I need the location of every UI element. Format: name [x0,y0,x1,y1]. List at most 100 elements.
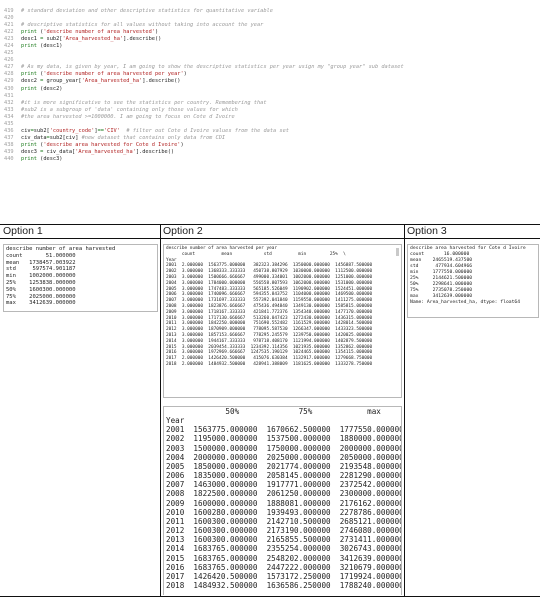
option-2-output-continued[interactable]: 50% 75% max Year 2001 1563775.000000 167… [163,406,402,595]
code-line[interactable]: 433 #sub2 is a subgroup of 'data' contain… [4,107,536,114]
code-token: ) [154,29,159,36]
line-number: 423 [4,36,14,43]
code-token: ) [180,141,184,148]
line-number: 434 [4,113,14,120]
code-token: 'describe number of area harvested per y… [43,71,184,78]
code-line[interactable]: 423 desc1 = sub2['Area_harvested_ha'].des… [4,36,536,43]
code-token: desc1 [21,36,41,43]
option-2-column: Option 2 describe number of area harvest… [160,225,405,596]
line-number: 425 [4,50,14,57]
code-token: sub2[ [43,36,63,43]
code-token: # filter out Cote d Ivoire values from t… [126,127,289,134]
code-line[interactable]: 426 [4,57,536,64]
option-3-column: Option 3 describe area harvested for Cot… [404,225,540,596]
line-number: 436 [4,127,14,134]
option-2-output[interactable]: describe number of area harvested per ye… [163,244,402,398]
code-token: civ_data[ [43,148,76,155]
code-token: ].describe() [142,78,181,85]
option-3-output: describe area harvested for Cote d Ivoir… [407,244,539,318]
code-token: civ_data [21,134,47,141]
line-number: 437 [4,134,14,141]
line-number: 432 [4,99,14,106]
code-line[interactable]: 422 print ('describe number of area harve… [4,29,536,36]
code-token: print [21,29,37,36]
code-line[interactable]: 425 [4,50,536,57]
code-line[interactable]: 419 # standard deviation and other descri… [4,8,536,15]
option-2-header: Option 2 [160,225,404,239]
code-token: 'CIV' [103,127,120,134]
code-line[interactable]: 421 # descriptive statistics for all valu… [4,22,536,29]
option-1-column: Option 1 describe number of area harvest… [0,225,161,596]
code-token: sub2[civ] [49,134,82,141]
code-line[interactable]: 434 #the area harvested >=1000000. I am g… [4,114,536,121]
line-number: 439 [4,148,14,155]
line-number: 429 [4,78,14,85]
line-number: 431 [4,92,14,99]
code-token: print [21,43,37,50]
code-editor[interactable]: 419 # standard deviation and other descri… [4,8,536,163]
code-token: print [21,155,37,162]
code-token: # standard deviation and other descripti… [21,8,273,14]
code-line[interactable]: 436 civ = sub2['country_code'] == 'CIV' # fil… [4,128,536,135]
options-table: Option 1 describe number of area harvest… [0,224,540,597]
code-token: 'describe number of area harvested' [43,29,155,36]
code-token: print [21,141,37,148]
code-token: (desc2) [36,85,63,92]
code-line[interactable]: 431 [4,93,536,100]
code-token: ].describe() [135,148,175,155]
code-token: 'describe area harvested for Cote d Ivoi… [43,141,181,148]
code-token: (desc3) [36,155,63,162]
code-token: #sub2 is a subgroup of 'data' containing… [21,106,238,113]
line-number: 420 [4,15,14,22]
code-token: 'Area_harvested_ha' [62,36,124,43]
code-token: print [21,71,37,78]
line-number: 421 [4,22,14,29]
code-line[interactable]: 435 [4,121,536,128]
option-3-header: Option 3 [404,225,540,239]
code-line[interactable]: 430 print (desc2) [4,86,536,93]
code-line[interactable]: 439 desc3 = civ_data['Area_harvested_ha']… [4,149,536,156]
option-1-output: describe number of area harvested count … [3,244,158,312]
option-1-output-text: describe number of area harvested count … [6,246,116,307]
option-1-header: Option 1 [0,225,160,239]
line-number: 430 [4,85,14,92]
code-token: ].describe() [123,36,162,43]
line-number: 419 [4,8,14,14]
option-2-output-continued-text: 50% 75% max Year 2001 1563775.000000 167… [166,407,402,590]
code-line[interactable]: 438 print ('describe area harvested for C… [4,142,536,149]
line-number: 428 [4,71,14,78]
code-token: 'country_code' [49,127,95,134]
code-line[interactable]: 424 print (desc1) [4,43,536,50]
option-3-output-text: describe area harvested for Cote d Ivoir… [410,246,526,305]
line-number: 440 [4,155,14,162]
code-token: # descriptive statistics for all values … [21,22,264,29]
option-2-output-text: describe number of area harvested per ye… [166,246,373,367]
code-token: print [21,85,37,92]
line-number: 424 [4,43,14,50]
code-token: 'Area_harvested_ha' [75,148,136,155]
code-line[interactable]: 437 civ_data = sub2[civ] #new dataset that … [4,135,536,142]
code-line[interactable]: 420 [4,15,536,22]
code-token: # As my data, is given by year, I am goi… [21,64,404,71]
code-token: 'Area_harvested_ha' [81,78,143,85]
code-line[interactable]: 429 desc2 = group_year['Area_harvested_ha… [4,78,536,85]
code-token: group_year[ [43,78,82,85]
line-number: 422 [4,29,14,36]
code-token: sub2[ [33,127,50,134]
line-number: 433 [4,106,14,113]
code-token: (desc1) [36,43,63,50]
line-number: 435 [4,120,14,127]
code-token: #it is more significative to see the sta… [21,99,267,106]
code-token: #the area harvested >=1000000. I am goin… [21,113,235,120]
code-token: ) [183,71,187,78]
scrollbar-thumb[interactable] [396,248,399,256]
line-number: 427 [4,64,14,71]
line-number: 426 [4,57,14,64]
code-token: civ [21,127,31,134]
code-token: #new dataset that contains only data fro… [81,134,226,141]
code-line[interactable]: 432 #it is more significative to see the … [4,100,536,107]
code-line[interactable]: 440 print (desc3) [4,156,536,163]
code-token: desc2 [21,78,41,85]
code-line[interactable]: 427 # As my data, is given by year, I am … [4,64,536,71]
code-line[interactable]: 428 print ('describe number of area harve… [4,71,536,78]
